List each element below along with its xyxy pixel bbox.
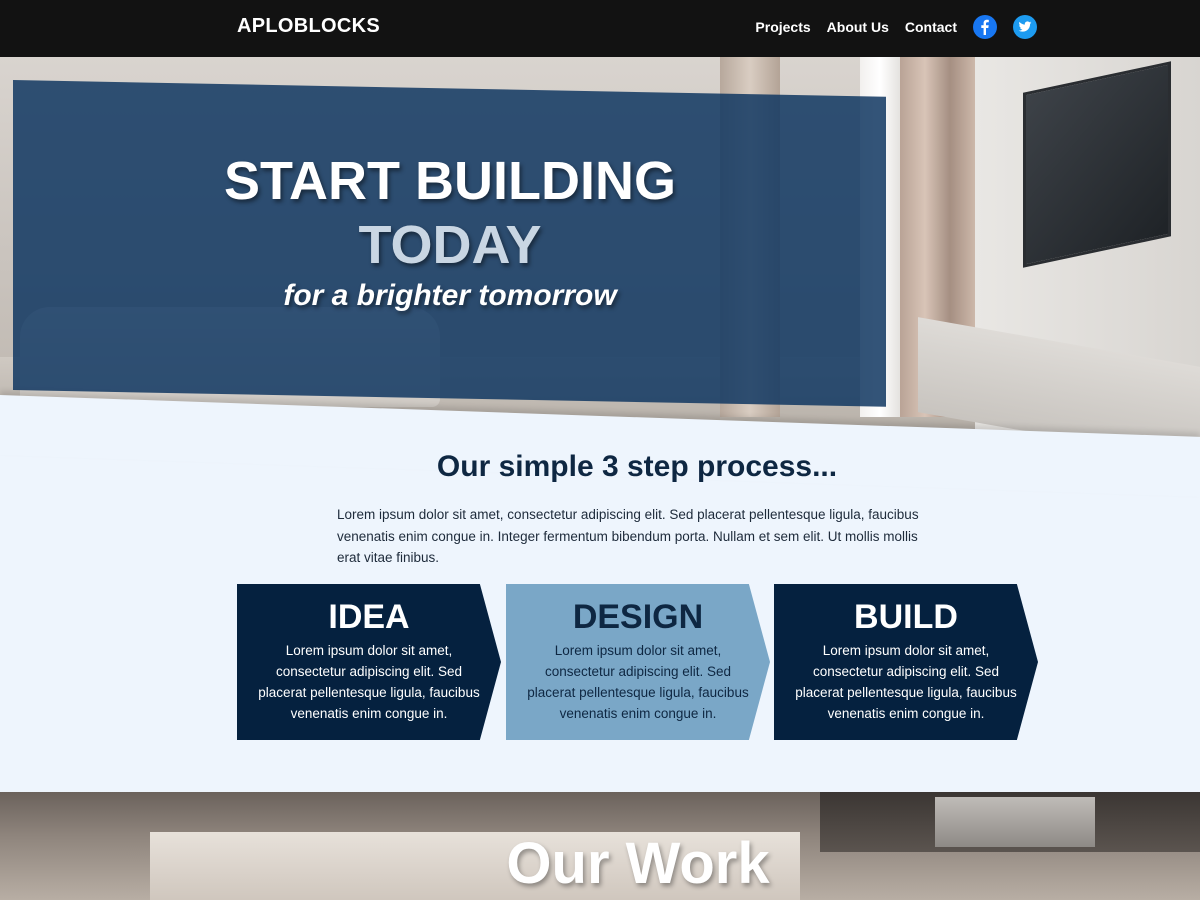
step-card-idea: IDEA Lorem ipsum dolor sit amet, consect… [237, 584, 501, 740]
hero-title-line-2: TODAY [358, 215, 542, 275]
nav-link-projects[interactable]: Projects [755, 15, 810, 39]
nav-link-about-us[interactable]: About Us [827, 15, 889, 39]
our-work-title: Our Work [506, 831, 770, 896]
twitter-icon[interactable] [1013, 15, 1037, 39]
facebook-icon[interactable] [973, 15, 997, 39]
step-card-build: BUILD Lorem ipsum dolor sit amet, consec… [774, 584, 1038, 740]
hero-tagline: for a brighter tomorrow [283, 279, 617, 312]
top-navbar: APLOBLOCKS Projects About Us Contact [0, 0, 1200, 57]
step-title: DESIGN [572, 598, 704, 636]
step-title: IDEA [328, 598, 410, 636]
step-body: Lorem ipsum dolor sit amet, consectetur … [527, 643, 749, 721]
hero-photo-tv [1023, 61, 1171, 268]
step-title: BUILD [854, 598, 958, 636]
nav-links: Projects About Us Contact [739, 15, 1037, 39]
process-section-title: Our simple 3 step process... [436, 450, 838, 483]
nav-link-contact[interactable]: Contact [905, 15, 957, 39]
brand-logo-text[interactable]: APLOBLOCKS [237, 15, 380, 38]
process-intro-text: Lorem ipsum dolor sit amet, consectetur … [337, 507, 919, 565]
hero-banner: START BUILDING TODAY for a brighter tomo… [0, 57, 1200, 437]
step-body: Lorem ipsum dolor sit amet, consectetur … [258, 643, 480, 721]
hero-heading: START BUILDING TODAY for a brighter tomo… [200, 149, 700, 315]
hero-title-line-1: START BUILDING [224, 151, 676, 211]
step-card-design: DESIGN Lorem ipsum dolor sit amet, conse… [506, 584, 770, 740]
step-body: Lorem ipsum dolor sit amet, consectetur … [795, 643, 1017, 721]
